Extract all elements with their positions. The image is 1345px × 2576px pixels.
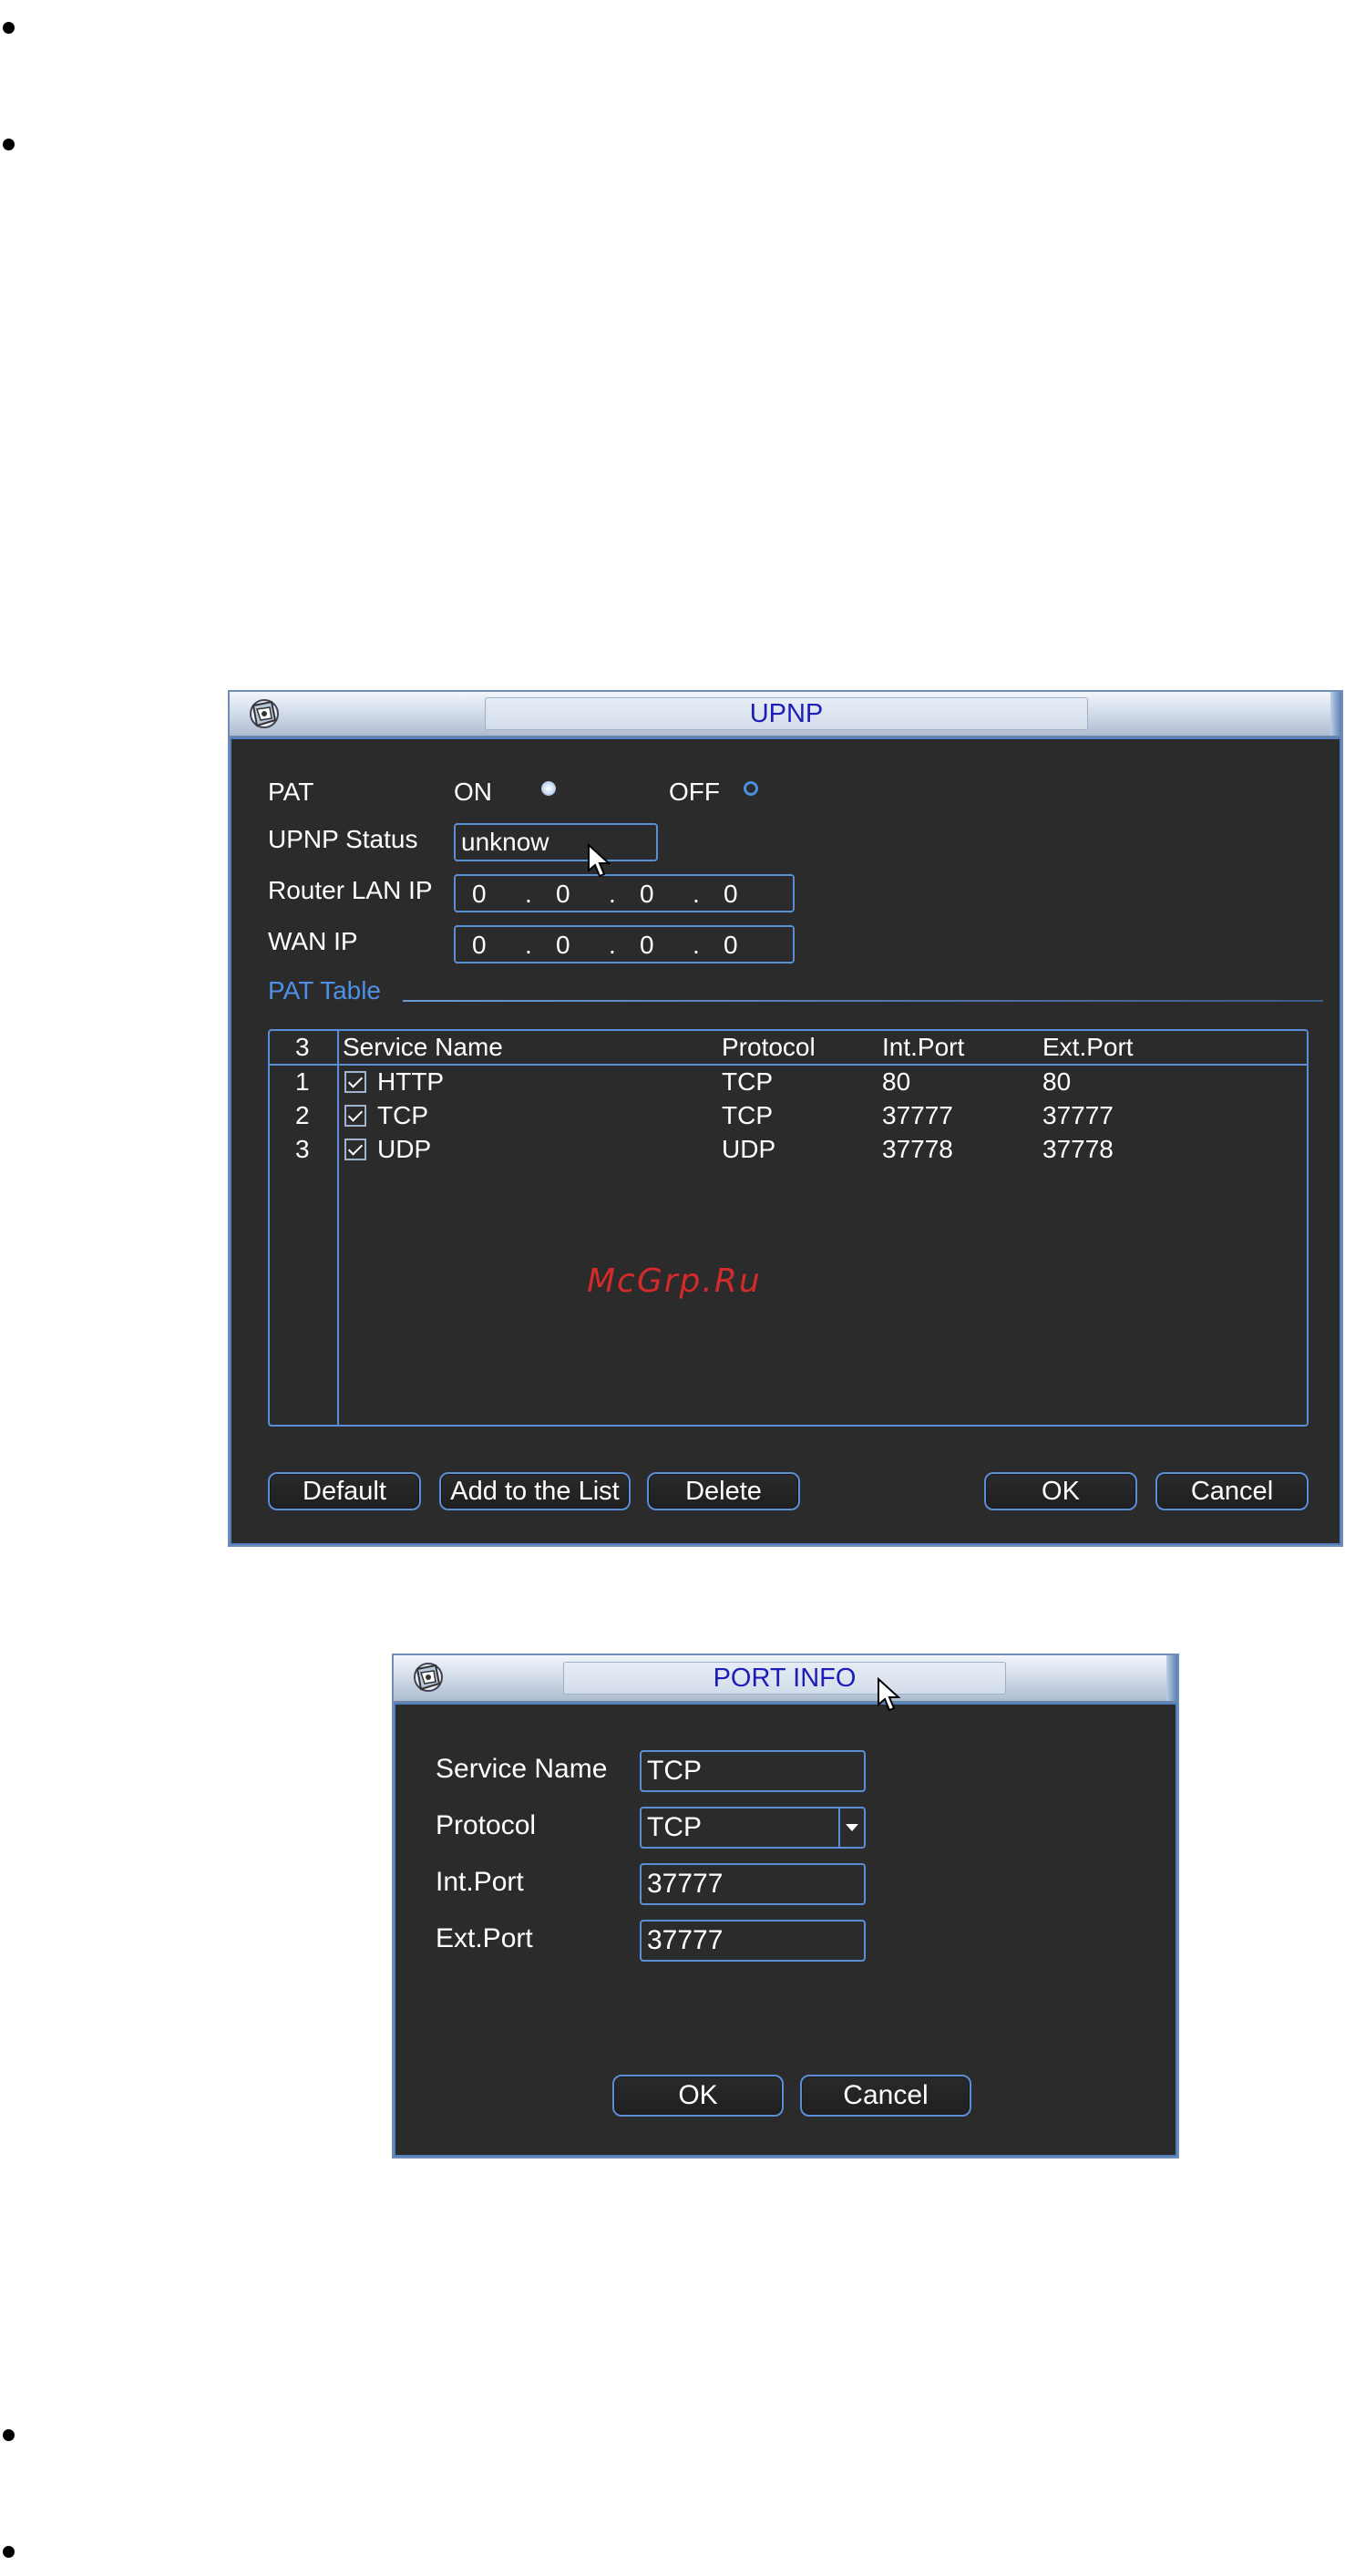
pat-on-radio[interactable]	[541, 781, 556, 796]
header-ext-port[interactable]: Ext.Port	[1042, 1035, 1134, 1060]
port-info-titlebar[interactable]: PORT INFO	[394, 1655, 1177, 1703]
pat-table: 3 Service Name Protocol Int.Port Ext.Por…	[268, 1029, 1309, 1427]
default-button[interactable]: Default	[268, 1472, 421, 1510]
row-protocol: TCP	[722, 1067, 773, 1096]
router-ip-dot-1: .	[525, 880, 532, 908]
table-header-divider	[270, 1064, 1307, 1066]
row-ext-port: 37778	[1042, 1135, 1114, 1163]
row-int-port: 37777	[882, 1101, 953, 1129]
row-checkbox[interactable]	[344, 1105, 366, 1127]
chevron-down-icon[interactable]	[838, 1808, 864, 1847]
row-ext-port: 37777	[1042, 1101, 1114, 1129]
wan-ip-octet-3[interactable]: 0	[640, 933, 654, 958]
service-name-value: TCP	[647, 1756, 702, 1786]
row-service-name: HTTP	[377, 1067, 445, 1096]
router-ip-octet-2[interactable]: 0	[556, 881, 570, 907]
port-info-title: PORT INFO	[563, 1662, 1006, 1695]
router-ip-dot-2: .	[609, 880, 616, 908]
add-to-list-button[interactable]: Add to the List	[439, 1472, 631, 1510]
row-int-port: 37778	[882, 1135, 953, 1163]
titlebar-endcap	[1330, 692, 1341, 736]
cancel-button[interactable]: Cancel	[1155, 1472, 1309, 1510]
pat-table-label: PAT Table	[268, 976, 382, 1005]
pat-table-divider	[403, 1000, 1323, 1002]
upnp-title: UPNP	[485, 697, 1088, 730]
protocol-select[interactable]: TCP	[640, 1807, 866, 1849]
int-port-input[interactable]: 37777	[640, 1863, 866, 1905]
wan-ip-dot-1: .	[525, 931, 532, 959]
mouse-cursor-icon	[878, 1677, 901, 1712]
service-name-input[interactable]: TCP	[640, 1750, 866, 1792]
titlebar-endcap	[1166, 1655, 1177, 1701]
row-service-name: TCP	[377, 1101, 428, 1129]
wan-ip-input[interactable]: 0 . 0 . 0 . 0	[454, 925, 795, 963]
bullet-2	[3, 139, 15, 150]
upnp-window: UPNP PAT ON OFF UPNP Status unknow Route…	[228, 690, 1343, 1547]
ext-port-label: Ext.Port	[436, 1923, 533, 1953]
header-int-port[interactable]: Int.Port	[882, 1035, 964, 1060]
wan-ip-label: WAN IP	[268, 927, 358, 955]
upnp-status-value: unknow	[461, 828, 549, 856]
row-ext-port: 80	[1042, 1067, 1072, 1096]
bullet-4	[3, 2546, 15, 2558]
app-logo-icon	[250, 699, 279, 728]
port-ok-button[interactable]: OK	[612, 2075, 784, 2117]
row-checkbox[interactable]	[344, 1139, 366, 1160]
service-name-label: Service Name	[436, 1754, 608, 1784]
port-cancel-button[interactable]: Cancel	[800, 2075, 971, 2117]
bullet-3	[3, 2429, 15, 2441]
upnp-titlebar[interactable]: UPNP	[230, 692, 1341, 737]
row-int-port: 80	[882, 1067, 911, 1096]
router-ip-octet-1[interactable]: 0	[472, 881, 487, 907]
mouse-cursor-icon	[588, 843, 611, 878]
table-index-divider	[337, 1031, 339, 1425]
upnp-status-field: unknow	[454, 823, 658, 861]
pat-label: PAT	[268, 778, 314, 806]
router-ip-octet-4[interactable]: 0	[724, 881, 738, 907]
int-port-label: Int.Port	[436, 1867, 524, 1897]
wan-ip-dot-3: .	[693, 931, 700, 959]
router-ip-octet-3[interactable]: 0	[640, 881, 654, 907]
row-protocol: TCP	[722, 1101, 773, 1129]
router-lan-ip-label: Router LAN IP	[268, 876, 433, 904]
wan-ip-octet-4[interactable]: 0	[724, 933, 738, 958]
watermark: McGrp.Ru	[587, 1262, 762, 1300]
upnp-status-label: UPNP Status	[268, 825, 418, 853]
ext-port-input[interactable]: 37777	[640, 1920, 866, 1962]
pat-on-label: ON	[454, 778, 492, 806]
protocol-value: TCP	[647, 1812, 702, 1842]
pat-off-radio[interactable]	[744, 781, 758, 796]
app-logo-icon	[414, 1663, 443, 1692]
row-checkbox[interactable]	[344, 1071, 366, 1093]
wan-ip-octet-2[interactable]: 0	[556, 933, 570, 958]
protocol-label: Protocol	[436, 1810, 537, 1840]
header-protocol[interactable]: Protocol	[722, 1035, 816, 1060]
row-index: 3	[295, 1135, 310, 1163]
wan-ip-octet-1[interactable]: 0	[472, 933, 487, 958]
ok-button[interactable]: OK	[984, 1472, 1137, 1510]
row-index: 1	[295, 1067, 310, 1096]
router-lan-ip-input[interactable]: 0 . 0 . 0 . 0	[454, 874, 795, 912]
pat-off-label: OFF	[669, 778, 720, 806]
bullet-1	[3, 22, 15, 34]
int-port-value: 37777	[647, 1869, 724, 1899]
port-info-window: PORT INFO Service Name TCP Protocol TCP …	[392, 1654, 1179, 2159]
ext-port-value: 37777	[647, 1925, 724, 1955]
row-protocol: UDP	[722, 1135, 776, 1163]
table-row-count: 3	[295, 1033, 310, 1061]
row-service-name: UDP	[377, 1135, 432, 1163]
row-index: 2	[295, 1101, 310, 1129]
header-service-name[interactable]: Service Name	[343, 1035, 503, 1060]
router-ip-dot-3: .	[693, 880, 700, 908]
wan-ip-dot-2: .	[609, 931, 616, 959]
delete-button[interactable]: Delete	[647, 1472, 800, 1510]
